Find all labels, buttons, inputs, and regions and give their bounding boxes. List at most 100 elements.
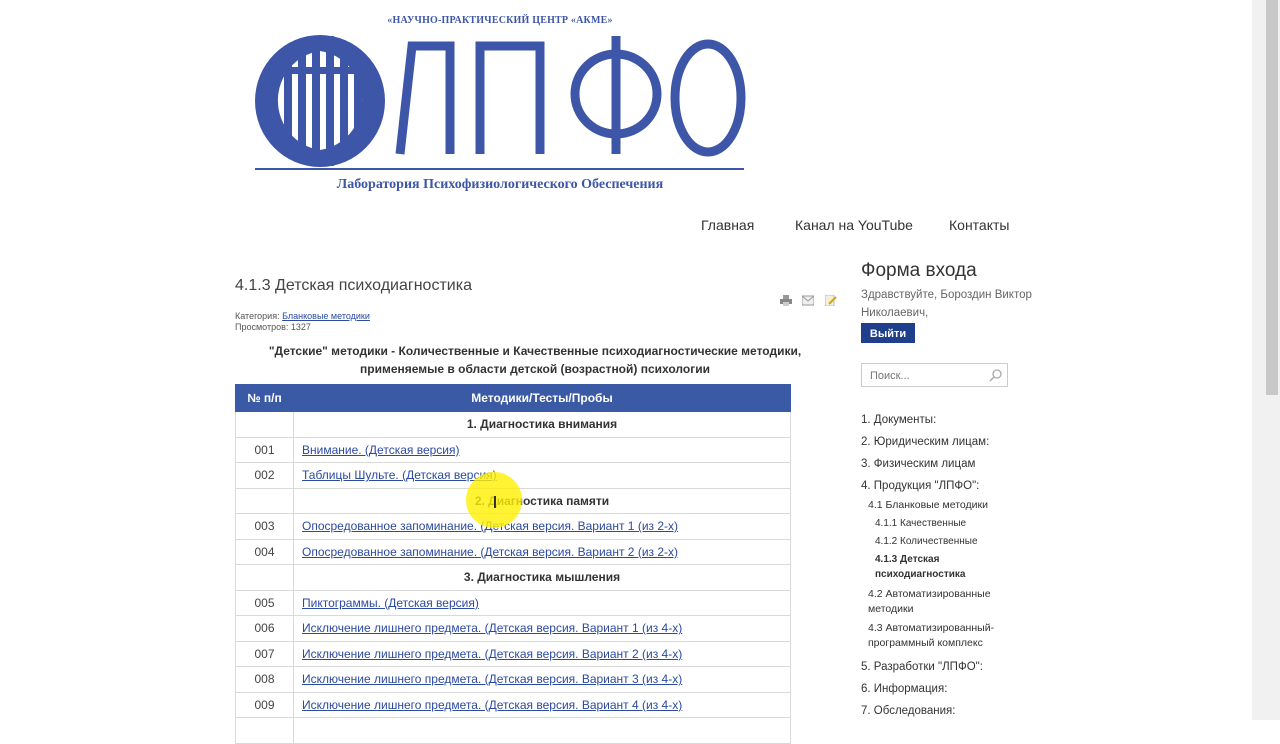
table-row: 004 Опосредованное запоминание. (Детская … [235, 538, 791, 565]
sidebar-item[interactable]: 4.1.3 Детская психодиагностика [875, 552, 965, 582]
section-title: 3. Диагностика мышления [293, 564, 791, 591]
sidebar-item[interactable]: 4.1.1 Качественные [875, 516, 966, 531]
method-cell: Внимание. (Детская версия) [293, 436, 791, 463]
section-title: 1. Диагностика внимания [293, 411, 791, 438]
email-icon[interactable] [801, 293, 815, 306]
sidebar-item-label: 7. Обследования: [861, 705, 956, 717]
method-cell: Пиктограммы. (Детская версия) [293, 589, 791, 616]
table-row [235, 717, 791, 744]
sidebar-item[interactable]: 6. Информация: [861, 682, 947, 697]
method-link[interactable]: Исключение лишнего предмета. (Детская ве… [302, 672, 682, 686]
method-link[interactable]: Пиктограммы. (Детская версия) [302, 596, 479, 610]
sidebar-item[interactable]: 1. Документы: [861, 413, 936, 428]
row-number [235, 487, 294, 514]
col-number-header: № п/п [235, 384, 294, 412]
sidebar-item-label: 4.1.3 Детская [875, 554, 940, 565]
page-scrollbar[interactable] [1252, 0, 1280, 720]
methods-table: № п/п Методики/Тесты/Пробы 1. Диагностик… [235, 384, 791, 744]
method-cell: Опосредованное запоминание. (Детская вер… [293, 538, 791, 565]
section-title [293, 717, 791, 744]
row-number: 002 [235, 462, 294, 489]
method-link[interactable]: Таблицы Шульте. (Детская версия) [302, 468, 497, 482]
row-number: 004 [235, 538, 294, 565]
sidebar-item[interactable]: 4.1 Бланковые методики [868, 498, 988, 513]
sidebar-item[interactable]: 4.2 Автоматизированные методики [868, 587, 991, 617]
site-logo[interactable]: «НАУЧНО-ПРАКТИЧЕСКИЙ ЦЕНТР «АКМЕ» Лабора… [250, 12, 750, 197]
article-tools [780, 293, 843, 311]
sidebar-item-label: 4.2 Автоматизированные [868, 588, 991, 600]
sidebar-item-label: 4.1 Бланковые методики [868, 499, 988, 511]
table-row: 006 Исключение лишнего предмета. (Детская… [235, 615, 791, 642]
logo-emblem [255, 35, 746, 170]
search-input[interactable] [868, 364, 987, 388]
sidebar-item-label: 4.1.2 Количественные [875, 536, 978, 547]
row-number: 009 [235, 691, 294, 718]
sidebar-item-label: 4.1.1 Качественные [875, 518, 967, 529]
row-number: 001 [235, 436, 294, 463]
sidebar-item[interactable]: 7. Обследования: [861, 704, 955, 719]
table-row: 009 Исключение лишнего предмета. (Детская… [235, 691, 791, 718]
method-link[interactable]: Внимание. (Детская версия) [302, 443, 460, 457]
category-label: Категория: [235, 311, 280, 321]
views-count: Просмотров: 1327 [235, 322, 311, 332]
method-cell: Опосредованное запоминание. (Детская вер… [293, 513, 791, 540]
table-row: 007 Исключение лишнего предмета. (Детская… [235, 640, 791, 667]
row-number [235, 411, 294, 438]
sidebar-item-label-cont: программный комплекс [868, 637, 983, 649]
sidebar-item-label: 2. Юридическим лицам: [861, 436, 990, 448]
nav-home[interactable]: Главная [701, 217, 754, 233]
logout-button[interactable]: Выйти [861, 323, 915, 343]
category-link[interactable]: Бланковые методики [282, 311, 370, 321]
row-number: 008 [235, 666, 294, 693]
search-box[interactable] [861, 363, 1008, 388]
sidebar-item[interactable]: 4.3 Автоматизированный-программный компл… [868, 621, 994, 651]
page-title: 4.1.3 Детская психодиагностика [235, 277, 472, 294]
edit-icon[interactable] [824, 293, 837, 307]
row-number: 003 [235, 513, 294, 540]
sidebar-item-label-cont: психодиагностика [875, 569, 966, 580]
method-cell: Исключение лишнего предмета. (Детская ве… [293, 640, 791, 667]
method-cell: Таблицы Шульте. (Детская версия) [293, 462, 791, 489]
method-link[interactable]: Опосредованное запоминание. (Детская вер… [302, 545, 678, 559]
section-row: 3. Диагностика мышления [235, 564, 791, 591]
sidebar-item[interactable]: 4. Продукция "ЛПФО": [861, 479, 979, 494]
nav-youtube[interactable]: Канал на YouTube [795, 217, 913, 233]
sidebar-item-label-cont: методики [868, 603, 914, 615]
table-row: 005 Пиктограммы. (Детская версия) [235, 589, 791, 616]
nav-contacts[interactable]: Контакты [949, 217, 1009, 233]
method-link[interactable]: Исключение лишнего предмета. (Детская ве… [302, 647, 682, 661]
method-cell: Исключение лишнего предмета. (Детская ве… [293, 691, 791, 718]
sidebar-item[interactable]: 3. Физическим лицам [861, 457, 975, 472]
sidebar-item-label: 1. Документы: [861, 414, 937, 426]
table-header-row: № п/п Методики/Тесты/Пробы [235, 384, 791, 412]
row-number [235, 564, 294, 591]
table-row: 008 Исключение лишнего предмета. (Детская… [235, 666, 791, 693]
login-title: Форма входа [861, 260, 977, 281]
sidebar-item[interactable]: 2. Юридическим лицам: [861, 435, 989, 450]
method-cell: Исключение лишнего предмета. (Детская ве… [293, 615, 791, 642]
scrollbar-thumb[interactable] [1266, 0, 1278, 395]
sidebar-item-label: 3. Физическим лицам [861, 458, 976, 470]
print-icon[interactable] [780, 293, 792, 306]
sidebar-item-label: 4. Продукция "ЛПФО": [861, 480, 980, 492]
method-cell: Исключение лишнего предмета. (Детская ве… [293, 666, 791, 693]
sidebar-item-label: 4.3 Автоматизированный- [868, 622, 995, 634]
section-row: 1. Диагностика внимания [235, 411, 791, 438]
article-intro: "Детские" методики - Количественные и Ка… [268, 344, 802, 376]
greeting-text: Здравствуйте, Бороздин Виктор Николаевич… [861, 289, 1032, 319]
sidebar-item[interactable]: 5. Разработки "ЛПФО": [861, 660, 983, 675]
text-cursor [494, 496, 496, 508]
table-row: 001 Внимание. (Детская версия) [235, 436, 791, 463]
row-number: 006 [235, 615, 294, 642]
method-link[interactable]: Исключение лишнего предмета. (Детская ве… [302, 621, 682, 635]
row-number [235, 717, 294, 744]
method-link[interactable]: Исключение лишнего предмета. (Детская ве… [302, 698, 682, 712]
search-icon[interactable] [989, 369, 1002, 387]
sidebar-item-label: 5. Разработки "ЛПФО": [861, 661, 983, 673]
row-number: 007 [235, 640, 294, 667]
section-title: 2. Диагностика памяти [293, 487, 791, 514]
sidebar-item-label: 6. Информация: [861, 683, 948, 695]
logo-subtitle: Лаборатория Психофизиологического Обеспе… [336, 177, 664, 192]
sidebar-item[interactable]: 4.1.2 Количественные [875, 534, 978, 549]
row-number: 005 [235, 589, 294, 616]
